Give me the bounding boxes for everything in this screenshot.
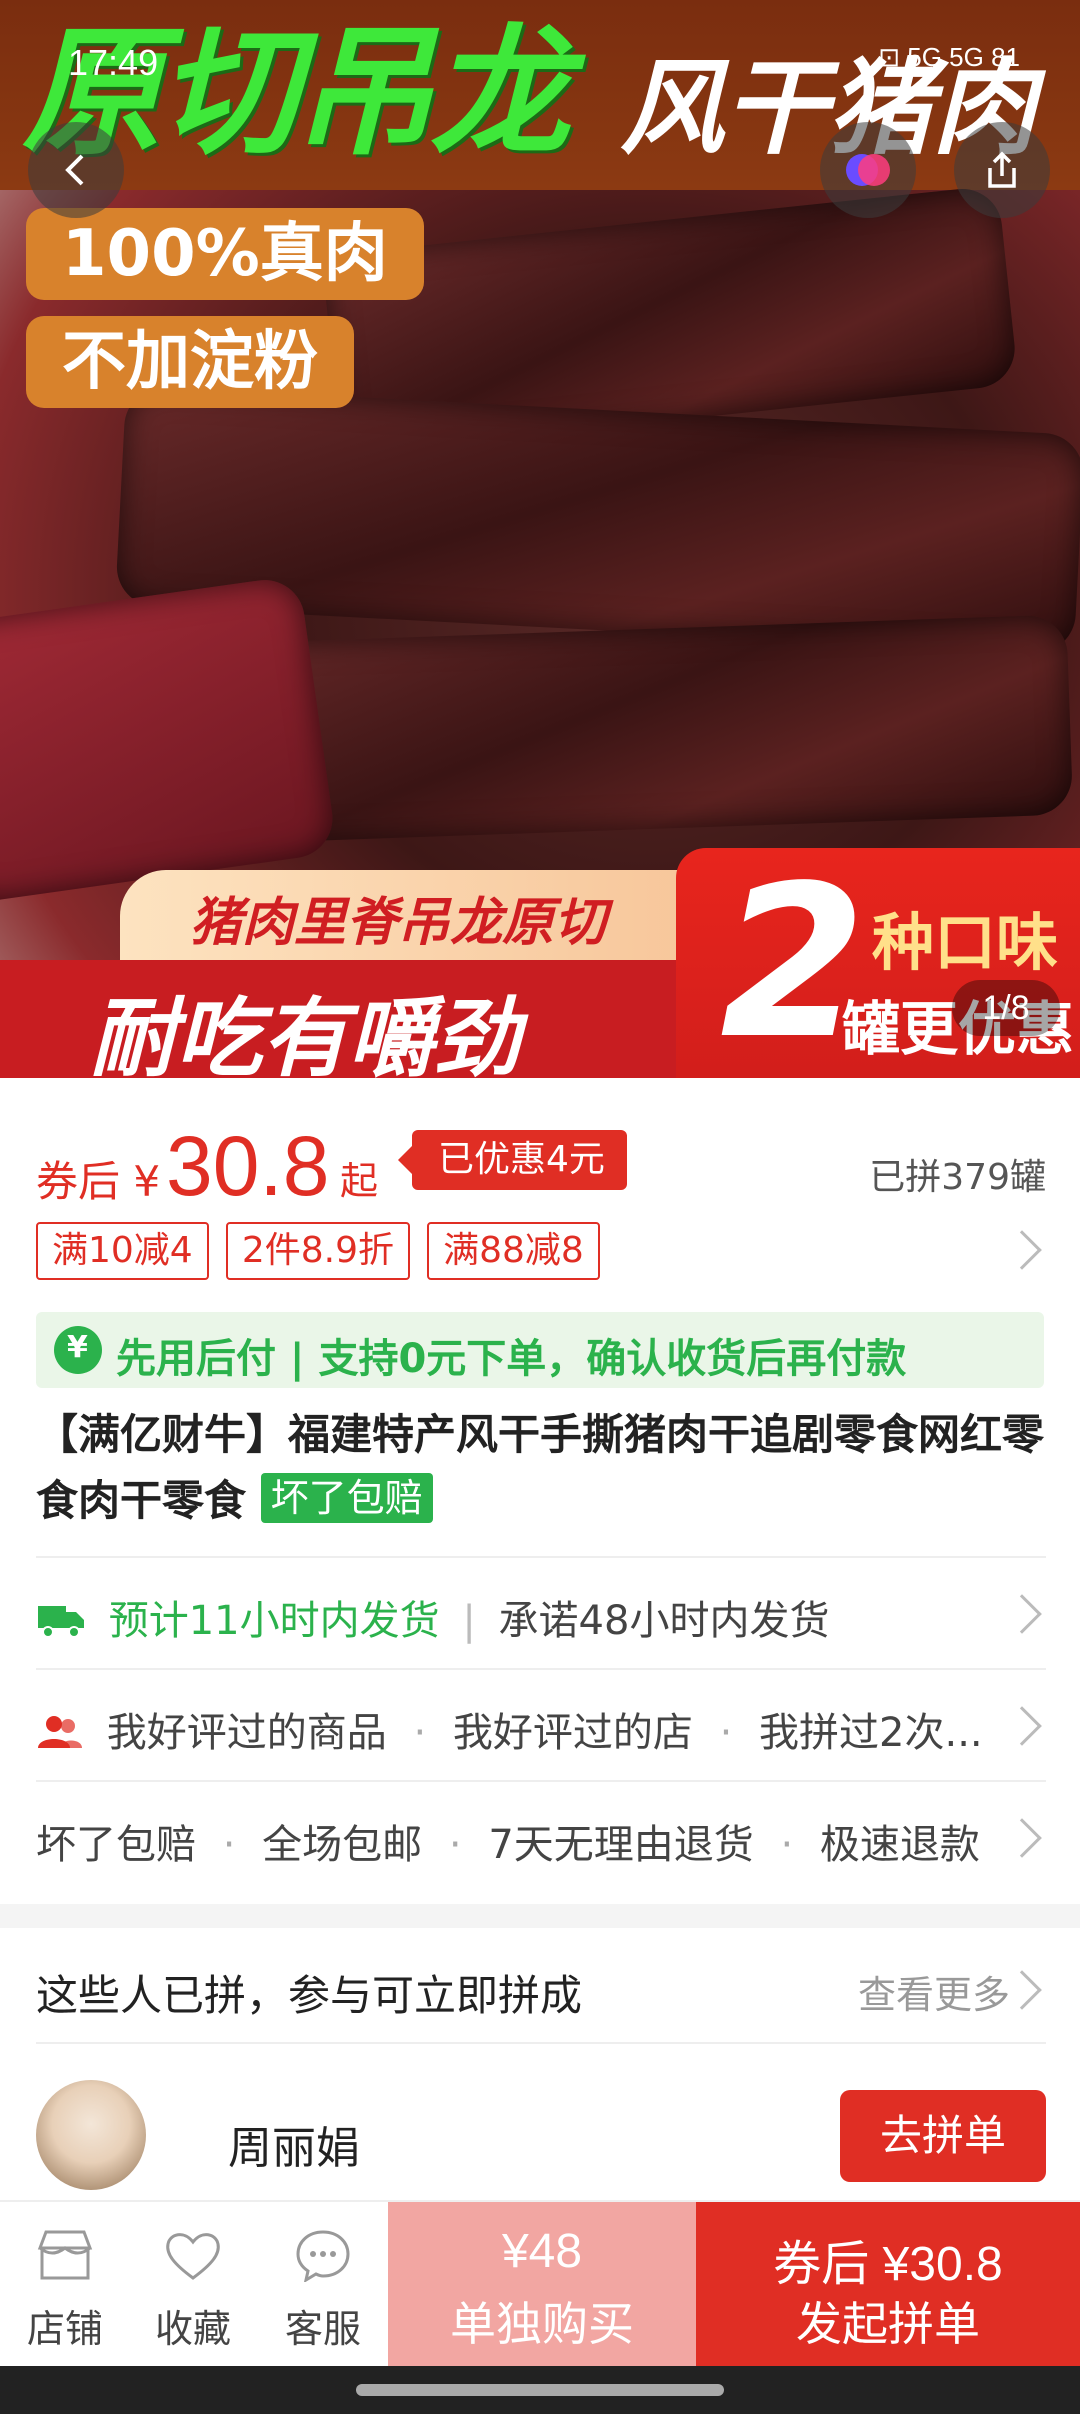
dot-separator: · xyxy=(413,1710,427,1756)
service-guarantees-row[interactable]: 坏了包赔 · 全场包邮 · 7天无理由退货 · 极速退款 xyxy=(36,1780,1046,1892)
buy-single-button[interactable]: ¥48 单独购买 xyxy=(388,2202,696,2368)
dot-separator: · xyxy=(222,1822,236,1868)
avatar xyxy=(36,2080,146,2190)
pay-later-banner[interactable]: 先用后付 | 支持0元下单，确认收货后再付款 xyxy=(36,1312,1044,1388)
truck-icon xyxy=(38,1606,84,1638)
service-item: 极速退款 xyxy=(819,1822,980,1868)
product-title: 【满亿财牛】福建特产风干手撕猪肉干追剧零食网红零食肉干零食 坏了包赔 xyxy=(36,1402,1046,1534)
dot-separator: · xyxy=(448,1822,462,1868)
favorite-button[interactable]: 收藏 xyxy=(128,2202,258,2368)
member-name: 周丽娟 xyxy=(228,2123,360,2174)
chevron-right-icon xyxy=(1002,1706,1042,1746)
discount-badge: 已优惠4元 xyxy=(398,1130,627,1190)
heart-icon xyxy=(166,2233,220,2280)
group-label: 发起拼单 xyxy=(796,2297,980,2351)
social-proof-text: 我好评过的商品 · 我好评过的店 · 我拼过2次... xyxy=(36,1700,983,1758)
coupon-tag[interactable]: 满88减8 xyxy=(427,1222,600,1280)
share-button[interactable] xyxy=(954,122,1050,218)
hero-pill-no-starch: 不加淀粉 xyxy=(26,316,354,408)
single-label: 单独购买 xyxy=(450,2297,634,2351)
back-button[interactable] xyxy=(28,122,124,218)
social-proof-row[interactable]: 我好评过的商品 · 我好评过的店 · 我拼过2次... xyxy=(36,1668,1046,1780)
status-bar: 17:49 ⊡ 5G 5G 81 xyxy=(0,0,1080,90)
chevron-left-icon xyxy=(65,154,84,186)
coupon-tag[interactable]: 2件8.9折 xyxy=(225,1222,410,1280)
price-suffix: 起 xyxy=(340,1159,379,1203)
price-value: 30.8 xyxy=(166,1119,330,1213)
social-item: 我好评过的店 xyxy=(452,1710,693,1756)
shipping-text: 预计11小时内发货 | 承诺48小时内发货 xyxy=(36,1588,829,1646)
service-item: 7天无理由退货 xyxy=(488,1822,754,1868)
social-item: 我拼过2次... xyxy=(759,1710,983,1756)
service-item: 坏了包赔 xyxy=(36,1822,196,1868)
hero-flavor-box: 2 种口味 罐更优惠 xyxy=(676,848,1080,1078)
group-member-row: 周丽娟 去拼单 xyxy=(36,2080,1046,2190)
dot-separator: · xyxy=(719,1710,733,1756)
hero-pill-real-meat: 100%真肉 xyxy=(26,208,424,300)
shipping-estimate: 预计11小时内发货 xyxy=(108,1598,440,1644)
hero-slogan-main: 耐吃有嚼劲 xyxy=(90,989,520,1078)
shipping-row[interactable]: 预计11小时内发货 | 承诺48小时内发货 xyxy=(36,1556,1046,1668)
single-price: ¥48 xyxy=(501,2225,583,2278)
bottom-action-bar: 店铺 收藏 客服 ¥48 单独购买 券后 ¥30.8 发起拼单 xyxy=(0,2200,1080,2368)
coupon-row[interactable]: 满10减4 2件8.9折 满88减8 xyxy=(36,1222,1046,1282)
chevron-right-icon xyxy=(1002,1818,1042,1858)
price-prefix: 券后 ¥ xyxy=(36,1157,161,1206)
coupon-tag[interactable]: 满10减4 xyxy=(36,1222,209,1280)
group-buy-label: 这些人已拼，参与可立即拼成 xyxy=(36,1971,583,2020)
service-label: 客服 xyxy=(284,2307,361,2351)
store-button[interactable]: 店铺 xyxy=(0,2202,130,2368)
pay-later-icon xyxy=(54,1326,102,1374)
price-row: 券后 ¥ 30.8 起 已优惠4元 已拼379罐 xyxy=(36,1118,1046,1213)
home-indicator[interactable] xyxy=(356,2384,724,2396)
separator: | xyxy=(462,1598,476,1644)
hero-slogan-top-text: 猪肉里脊吊龙原切 xyxy=(190,893,607,953)
section-divider xyxy=(0,1904,1080,1928)
hero-slogan-top: 猪肉里脊吊龙原切 xyxy=(120,870,700,962)
status-time: 17:49 xyxy=(68,42,159,83)
dot-separator: · xyxy=(780,1822,794,1868)
chevron-right-icon xyxy=(1002,1230,1042,1270)
service-guarantees-text: 坏了包赔 · 全场包邮 · 7天无理由退货 · 极速退款 xyxy=(36,1812,980,1870)
product-image-carousel[interactable]: 原切吊龙 风干猪肉 100%真肉 不加淀粉 猪肉里脊吊龙原切 耐吃有嚼劲 2 种… xyxy=(0,0,1080,1078)
shipping-promise: 承诺48小时内发货 xyxy=(498,1598,830,1644)
share-icon xyxy=(988,151,1016,188)
favorite-label: 收藏 xyxy=(154,2307,231,2351)
store-icon xyxy=(37,2230,93,2280)
people-icon xyxy=(38,1716,82,1748)
social-item: 我好评过的商品 xyxy=(106,1710,387,1756)
chat-icon xyxy=(296,2230,350,2282)
sold-count: 已拼379罐 xyxy=(869,1157,1046,1198)
damage-guarantee-badge: 坏了包赔 xyxy=(260,1473,433,1523)
customer-service-button[interactable]: 客服 xyxy=(258,2202,388,2368)
start-group-buy-button[interactable]: 券后 ¥30.8 发起拼单 xyxy=(696,2202,1080,2368)
status-indicators: ⊡ 5G 5G 81 xyxy=(878,42,1020,72)
group-buy-header[interactable]: 这些人已拼，参与可立即拼成 查看更多 xyxy=(36,1928,1046,2044)
product-title-text: 【满亿财牛】福建特产风干手撕猪肉干追剧零食网红零食肉干零食 xyxy=(36,1410,1045,1525)
chevron-right-icon xyxy=(1002,1594,1042,1634)
store-label: 店铺 xyxy=(26,2307,103,2351)
product-detail-page: 原切吊龙 风干猪肉 100%真肉 不加淀粉 猪肉里脊吊龙原切 耐吃有嚼劲 2 种… xyxy=(0,0,1080,2414)
assistant-icon xyxy=(846,154,890,186)
hero-flavor-line1: 种口味 xyxy=(872,906,1059,979)
pay-later-text: 先用后付 | 支持0元下单，确认收货后再付款 xyxy=(116,1336,907,1382)
meat-image-piece xyxy=(0,574,338,906)
join-group-button[interactable]: 去拼单 xyxy=(840,2090,1046,2182)
gesture-navigation-bar xyxy=(0,2366,1080,2414)
assistant-button[interactable] xyxy=(820,122,916,218)
see-more-link[interactable]: 查看更多 xyxy=(858,1964,1010,2019)
service-item: 全场包邮 xyxy=(262,1822,423,1868)
carousel-page-indicator: 1/8 xyxy=(952,980,1060,1036)
group-price: 券后 ¥30.8 xyxy=(773,2238,1003,2291)
